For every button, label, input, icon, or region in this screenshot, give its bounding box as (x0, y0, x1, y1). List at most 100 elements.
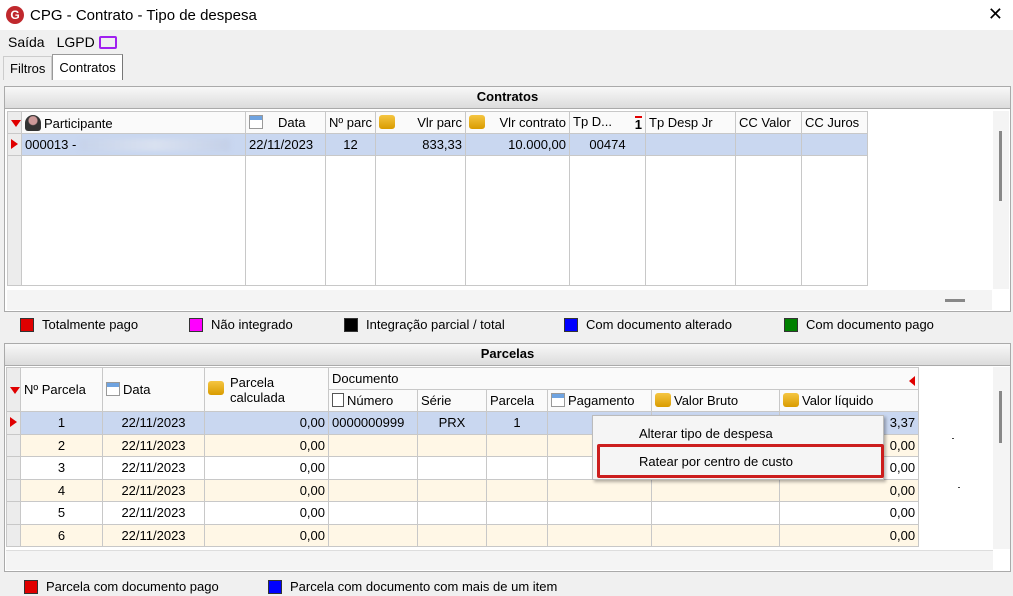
menu-saida[interactable]: Saída (8, 34, 45, 50)
cell-serie[interactable] (417, 433, 487, 457)
cell-pagamento[interactable] (547, 501, 652, 525)
scroll-thumb[interactable] (999, 391, 1002, 443)
contratos-vertical-scrollbar[interactable] (993, 111, 1009, 289)
row-indicator-header[interactable] (7, 111, 22, 134)
cell-parcela-calculada[interactable]: 0,00 (204, 411, 329, 435)
cell-data[interactable]: 22/11/2023 (245, 133, 326, 156)
cell-parcela-calculada[interactable]: 0,00 (204, 433, 329, 457)
collapse-arrow-icon[interactable] (909, 376, 916, 386)
tab-contratos[interactable]: Contratos (52, 54, 123, 80)
cell-parcela[interactable] (486, 456, 548, 480)
cell-data[interactable]: 22/11/2023 (102, 411, 205, 435)
tab-filtros[interactable]: Filtros (3, 56, 53, 80)
cell-valor-liquido[interactable]: 0,00 (778, 501, 920, 525)
current-row-icon (10, 417, 17, 428)
col-vlr-contrato[interactable]: Vlr contrato (465, 111, 570, 134)
cell-nparcela[interactable]: 4 (20, 478, 103, 502)
cell-serie[interactable]: PRX (417, 411, 487, 435)
cell-nparcela[interactable]: 6 (20, 523, 103, 547)
col-group-documento[interactable]: Documento (327, 367, 920, 390)
col-cc-valor[interactable]: CC Valor (735, 111, 802, 134)
table-row[interactable]: 000013 - 22/11/2023 12 833,33 10.000,00 … (7, 133, 868, 156)
cell-valor-bruto[interactable] (651, 501, 780, 525)
cell-parcela-calculada[interactable]: 0,00 (204, 501, 329, 525)
contratos-horizontal-scrollbar[interactable] (7, 290, 992, 310)
cell-serie[interactable] (417, 478, 487, 502)
cell-parcela-calculada[interactable]: 0,00 (204, 478, 329, 502)
table-row[interactable]: 6 22/11/2023 0,00 0,00 (6, 523, 920, 547)
cell-data[interactable]: 22/11/2023 (102, 433, 205, 457)
col-serie[interactable]: Série (417, 389, 487, 412)
cell-nparcela[interactable]: 3 (20, 456, 103, 480)
cell-numero[interactable] (328, 523, 418, 547)
cell-parcela[interactable] (486, 501, 548, 525)
parcelas-horizontal-scrollbar[interactable] (6, 550, 993, 570)
cell-serie[interactable] (417, 523, 487, 547)
cell-vlr-parc[interactable]: 833,33 (375, 133, 466, 156)
cell-nparc[interactable]: 12 (325, 133, 376, 156)
col-parcela[interactable]: Parcela (486, 389, 548, 412)
row-indicator-header[interactable] (6, 367, 21, 412)
cell-nparcela[interactable]: 2 (20, 433, 103, 457)
cell-cc-valor[interactable] (735, 133, 802, 156)
table-row[interactable]: 4 22/11/2023 0,00 0,00 (6, 478, 920, 502)
cell-cc-juros[interactable] (801, 133, 868, 156)
menu-lgpd[interactable]: LGPD (57, 34, 117, 50)
cell-valor-liquido[interactable]: 0,00 (778, 523, 920, 547)
legend-swatch (24, 579, 38, 594)
col-tp-d-label: Tp D... (573, 113, 613, 129)
col-nparcela[interactable]: Nº Parcela (20, 367, 103, 412)
cell-valor-liquido[interactable]: 0,00 (778, 478, 920, 502)
cell-parcela[interactable] (486, 478, 548, 502)
cell-participante[interactable]: 000013 - (21, 133, 246, 156)
parcelas-vertical-scrollbar[interactable] (993, 367, 1010, 549)
col-parcela-calculada[interactable]: Parcela calculada (204, 367, 329, 412)
col-tp-d[interactable]: Tp D... 1 (569, 111, 646, 134)
col-cc-juros[interactable]: CC Juros (801, 111, 868, 134)
col-numero[interactable]: Número (328, 389, 418, 412)
menu-item-alterar-tipo-despesa[interactable]: Alterar tipo de despesa (639, 426, 773, 441)
cell-data[interactable]: 22/11/2023 (102, 501, 205, 525)
cell-parcela[interactable]: 1 (486, 411, 548, 435)
col-valor-liquido[interactable]: Valor líquido (778, 389, 920, 412)
cell-numero[interactable] (328, 433, 418, 457)
cell-pagamento[interactable] (547, 523, 652, 547)
col-pagamento[interactable]: Pagamento (547, 389, 652, 412)
cell-parcela-calculada[interactable]: 0,00 (204, 523, 329, 547)
cell-nparcela[interactable]: 1 (20, 411, 103, 435)
col-valor-bruto[interactable]: Valor Bruto (651, 389, 780, 412)
cell-numero[interactable] (328, 501, 418, 525)
col-data[interactable]: Data (245, 111, 326, 134)
col-data-label: Data (278, 115, 306, 130)
scroll-thumb[interactable] (945, 299, 965, 302)
cell-data[interactable]: 22/11/2023 (102, 478, 205, 502)
menu-lgpd-label: LGPD (56, 34, 95, 50)
legend-nao-integrado: Não integrado (189, 317, 293, 332)
cell-serie[interactable] (417, 501, 487, 525)
cell-tp-d[interactable]: 00474 (569, 133, 646, 156)
cell-tp-desp-jr[interactable] (645, 133, 736, 156)
cell-parcela[interactable] (486, 433, 548, 457)
cell-nparcela[interactable]: 5 (20, 501, 103, 525)
cell-parcela[interactable] (486, 523, 548, 547)
cell-data[interactable]: 22/11/2023 (102, 523, 205, 547)
cell-valor-bruto[interactable] (651, 523, 780, 547)
close-icon[interactable]: ✕ (988, 4, 1003, 24)
col-data[interactable]: Data (102, 367, 205, 412)
col-vlr-parc[interactable]: Vlr parc (375, 111, 466, 134)
table-row[interactable]: 5 22/11/2023 0,00 0,00 (6, 501, 920, 525)
cell-numero[interactable] (328, 456, 418, 480)
col-participante[interactable]: Participante (21, 111, 246, 134)
cell-vlr-contrato[interactable]: 10.000,00 (465, 133, 570, 156)
cell-pagamento[interactable] (547, 478, 652, 502)
scroll-thumb[interactable] (999, 131, 1002, 201)
col-nparc[interactable]: Nº parc (325, 111, 376, 134)
cell-parcela-calculada[interactable]: 0,00 (204, 456, 329, 480)
cell-valor-bruto[interactable] (651, 478, 780, 502)
cell-data[interactable]: 22/11/2023 (102, 456, 205, 480)
cell-numero[interactable] (328, 478, 418, 502)
cell-serie[interactable] (417, 456, 487, 480)
col-tp-desp-jr[interactable]: Tp Desp Jr (645, 111, 736, 134)
legend-swatch (564, 317, 578, 332)
cell-numero[interactable]: 0000000999 (328, 411, 418, 435)
